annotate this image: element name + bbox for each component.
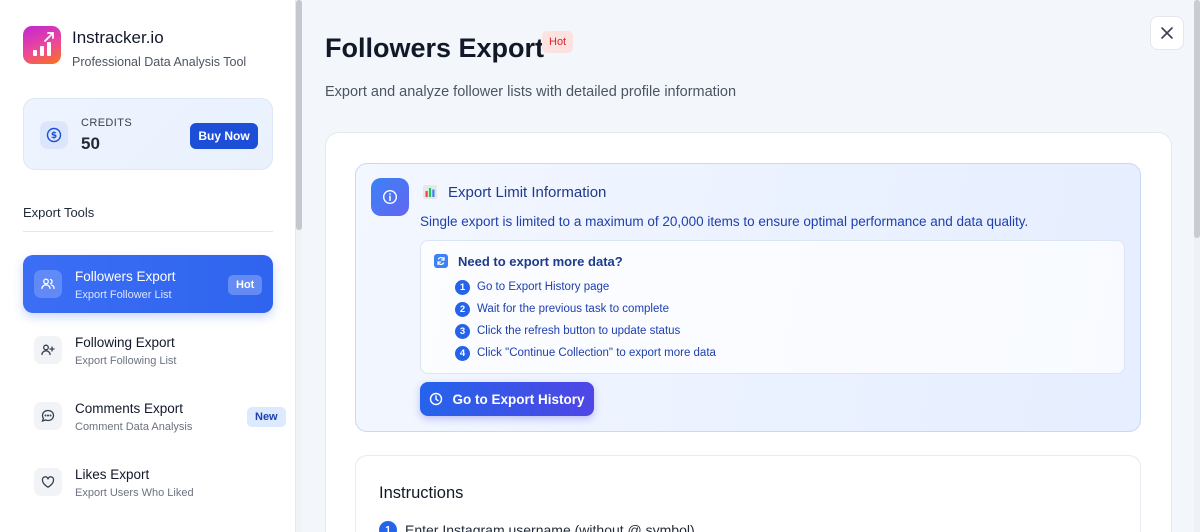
sidebar-item-label: Followers Export [75, 269, 176, 284]
step-number: 1 [379, 521, 397, 532]
close-button[interactable] [1150, 16, 1184, 50]
users-icon [34, 270, 62, 298]
divider [23, 231, 273, 232]
instructions-title: Instructions [379, 484, 464, 502]
brand-name: Instracker.io [72, 28, 164, 47]
page-title: Followers Export [325, 33, 545, 63]
sidebar-item-comments-export[interactable]: Comments Export Comment Data Analysis Ne… [23, 387, 286, 445]
brand[interactable]: Instracker.io Professional Data Analysis… [23, 26, 246, 69]
step-number: 3 [455, 323, 470, 339]
info-icon [371, 178, 409, 216]
button-label: Go to Export History [452, 391, 585, 407]
go-to-export-history-button[interactable]: Go to Export History [420, 382, 594, 416]
hot-tag: Hot [542, 31, 574, 53]
sidebar-item-sub: Export Follower List [75, 289, 172, 301]
clock-icon [430, 392, 443, 406]
more-data-title: Need to export more data? [458, 254, 623, 269]
close-icon [1161, 27, 1173, 39]
sidebar-item-label: Following Export [75, 335, 175, 350]
new-badge: New [247, 407, 286, 427]
brand-subtitle: Professional Data Analysis Tool [72, 55, 247, 69]
export-limit-description: Single export is limited to a maximum of… [420, 214, 1029, 229]
sidebar: Instracker.io Professional Data Analysis… [0, 0, 296, 532]
credits-card: $ CREDITS 50 Buy Now [23, 98, 273, 170]
sidebar-item-sub: Export Users Who Liked [75, 487, 194, 499]
main-scrollbar[interactable] [1194, 0, 1200, 532]
heart-icon [34, 468, 62, 496]
user-plus-icon [34, 336, 62, 364]
step-text: Wait for the previous task to complete [477, 303, 669, 315]
buy-now-button[interactable]: Buy Now [190, 123, 258, 149]
export-limit-title: Export Limit Information [448, 184, 607, 201]
credits-label: CREDITS [81, 117, 133, 129]
sidebar-item-label: Comments Export [75, 401, 184, 416]
message-icon [34, 402, 62, 430]
dollar-coin-icon: $ [40, 121, 68, 149]
sidebar-item-sub: Export Following List [75, 355, 177, 367]
step-number: 2 [455, 301, 470, 317]
credits-value: 50 [81, 134, 100, 153]
sidebar-scrollbar[interactable] [296, 0, 302, 532]
hot-badge: Hot [228, 275, 263, 295]
page-subtitle: Export and analyze follower lists with d… [325, 84, 737, 100]
step-text: Go to Export History page [477, 281, 610, 293]
sidebar-item-label: Likes Export [75, 467, 150, 482]
step-item: 2 Wait for the previous task to complete [455, 301, 669, 317]
step-item: 3 Click the refresh button to update sta… [455, 323, 680, 339]
refresh-icon [434, 254, 448, 268]
step-item: 4 Click "Continue Collection" to export … [455, 345, 716, 361]
step-number: 1 [455, 279, 470, 295]
step-text: Enter Instagram username (without @ symb… [405, 522, 695, 532]
sidebar-item-following-export[interactable]: Following Export Export Following List [23, 321, 273, 379]
step-text: Click the refresh button to update statu… [477, 325, 681, 337]
bar-chart-trend-icon [23, 26, 61, 64]
sidebar-item-followers-export[interactable]: Followers Export Export Follower List Ho… [23, 255, 273, 313]
svg-text:$: $ [51, 131, 57, 141]
step-item: 1 Go to Export History page [455, 279, 609, 295]
sidebar-item-likes-export[interactable]: Likes Export Export Users Who Liked [23, 453, 273, 511]
instruction-step: 1 Enter Instagram username (without @ sy… [379, 521, 695, 532]
step-number: 4 [455, 345, 470, 361]
bar-chart-icon [423, 185, 437, 199]
sidebar-item-sub: Comment Data Analysis [75, 421, 193, 433]
step-text: Click "Continue Collection" to export mo… [477, 347, 716, 359]
section-title: Export Tools [23, 205, 95, 220]
